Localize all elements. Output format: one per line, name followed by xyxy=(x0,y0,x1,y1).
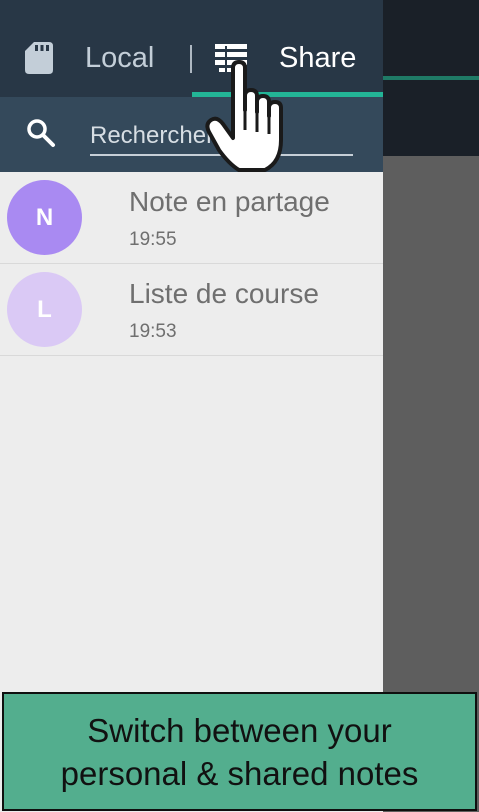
tutorial-banner: Switch between your personal & shared no… xyxy=(2,692,477,811)
avatar-initial: N xyxy=(35,203,54,231)
navigation-drawer: Local Share N Note en partage xyxy=(0,0,383,812)
note-time: 19:55 xyxy=(129,229,177,250)
search-icon[interactable] xyxy=(26,118,56,148)
avatar: L xyxy=(7,272,82,347)
avatar: N xyxy=(7,180,82,255)
tab-bar: Local Share xyxy=(0,0,383,97)
note-time: 19:53 xyxy=(129,321,177,342)
note-title: Note en partage xyxy=(129,186,330,217)
note-title: Liste de course xyxy=(129,278,319,309)
avatar-initial: L xyxy=(37,295,52,323)
note-list-item[interactable]: L Liste de course 19:53 xyxy=(0,264,383,356)
tab-share[interactable]: Share xyxy=(215,22,383,94)
search-input[interactable] xyxy=(90,118,353,156)
notes-list: N Note en partage 19:55 L Liste de cours… xyxy=(0,172,383,356)
banner-text: Switch between your personal & shared no… xyxy=(60,711,419,792)
tab-local-label: Local xyxy=(85,41,155,74)
tab-share-label: Share xyxy=(279,41,357,74)
background-toolbar-accent xyxy=(383,76,479,80)
tab-divider xyxy=(190,45,192,73)
sd-card-icon xyxy=(25,42,53,74)
note-list-item[interactable]: N Note en partage 19:55 xyxy=(0,172,383,264)
shared-storage-icon xyxy=(215,44,247,72)
tab-local[interactable]: Local xyxy=(25,22,185,94)
